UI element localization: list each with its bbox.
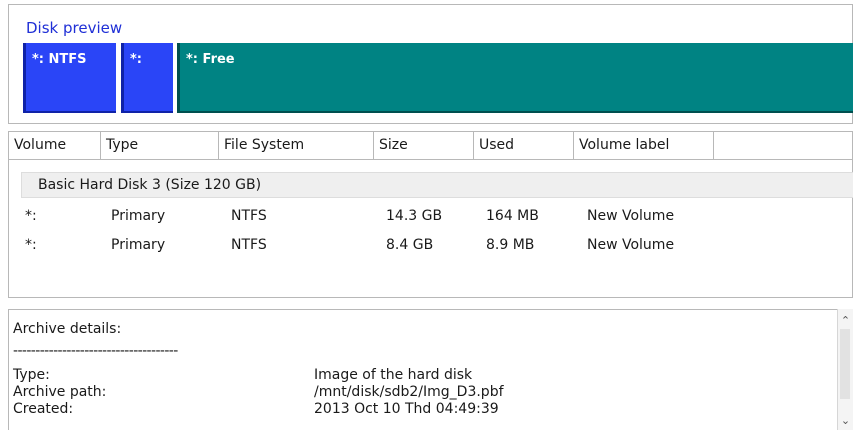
column-header-file-system[interactable]: File System [219, 132, 374, 159]
cell-volume: *: [25, 208, 37, 224]
scrollbar-thumb[interactable] [840, 329, 850, 399]
disk-preview-panel: Disk preview *: NTFS *: *: Free [8, 4, 853, 124]
cell-used: 164 MB [486, 208, 539, 224]
chevron-up-icon[interactable]: ⌃ [838, 313, 853, 329]
archive-details-panel: Archive details: -----------------------… [8, 309, 838, 430]
column-header-size[interactable]: Size [374, 132, 474, 159]
column-header-type[interactable]: Type [101, 132, 219, 159]
partition-block-free[interactable]: *: Free [177, 43, 853, 113]
partition-label: *: Free [186, 52, 235, 67]
separator-line: ------------------------------------- [13, 343, 178, 359]
archive-details-heading: Archive details: [13, 321, 122, 337]
column-header-volume[interactable]: Volume [9, 132, 101, 159]
cell-size: 14.3 GB [386, 208, 443, 224]
volume-table: Volume Type File System Size Used Volume… [8, 131, 853, 298]
detail-key-type: Type: [13, 367, 50, 383]
table-header: Volume Type File System Size Used Volume… [9, 132, 852, 160]
detail-value-archive-path: /mnt/disk/sdb2/Img_D3.pbf [314, 384, 504, 400]
column-header-volume-label[interactable]: Volume label [574, 132, 714, 159]
table-row[interactable]: *: Primary NTFS 14.3 GB 164 MB New Volum… [9, 204, 852, 228]
disk-group-row[interactable]: Basic Hard Disk 3 (Size 120 GB) [21, 172, 853, 198]
table-row[interactable]: *: Primary NTFS 8.4 GB 8.9 MB New Volume [9, 233, 852, 257]
cell-used: 8.9 MB [486, 237, 535, 253]
detail-key-created: Created: [13, 401, 74, 417]
chevron-down-icon[interactable]: ⌄ [838, 413, 853, 429]
cell-type: Primary [111, 208, 166, 224]
column-header-used[interactable]: Used [474, 132, 574, 159]
cell-file-system: NTFS [231, 208, 267, 224]
cell-size: 8.4 GB [386, 237, 434, 253]
cell-type: Primary [111, 237, 166, 253]
cell-volume-label: New Volume [587, 208, 675, 224]
cell-volume: *: [25, 237, 37, 253]
partition-label: *: [130, 52, 142, 67]
cell-file-system: NTFS [231, 237, 267, 253]
detail-value-created: 2013 Oct 10 Thd 04:49:39 [314, 401, 499, 417]
partition-block-ntfs[interactable]: *: NTFS [23, 43, 116, 113]
detail-key-archive-path: Archive path: [13, 384, 107, 400]
disk-preview-title: Disk preview [26, 19, 123, 37]
details-scrollbar[interactable]: ⌃ ⌄ [837, 309, 853, 430]
cell-volume-label: New Volume [587, 237, 675, 253]
partition-block-second[interactable]: *: [121, 43, 173, 113]
detail-value-type: Image of the hard disk [314, 367, 473, 383]
partition-label: *: NTFS [32, 52, 87, 67]
